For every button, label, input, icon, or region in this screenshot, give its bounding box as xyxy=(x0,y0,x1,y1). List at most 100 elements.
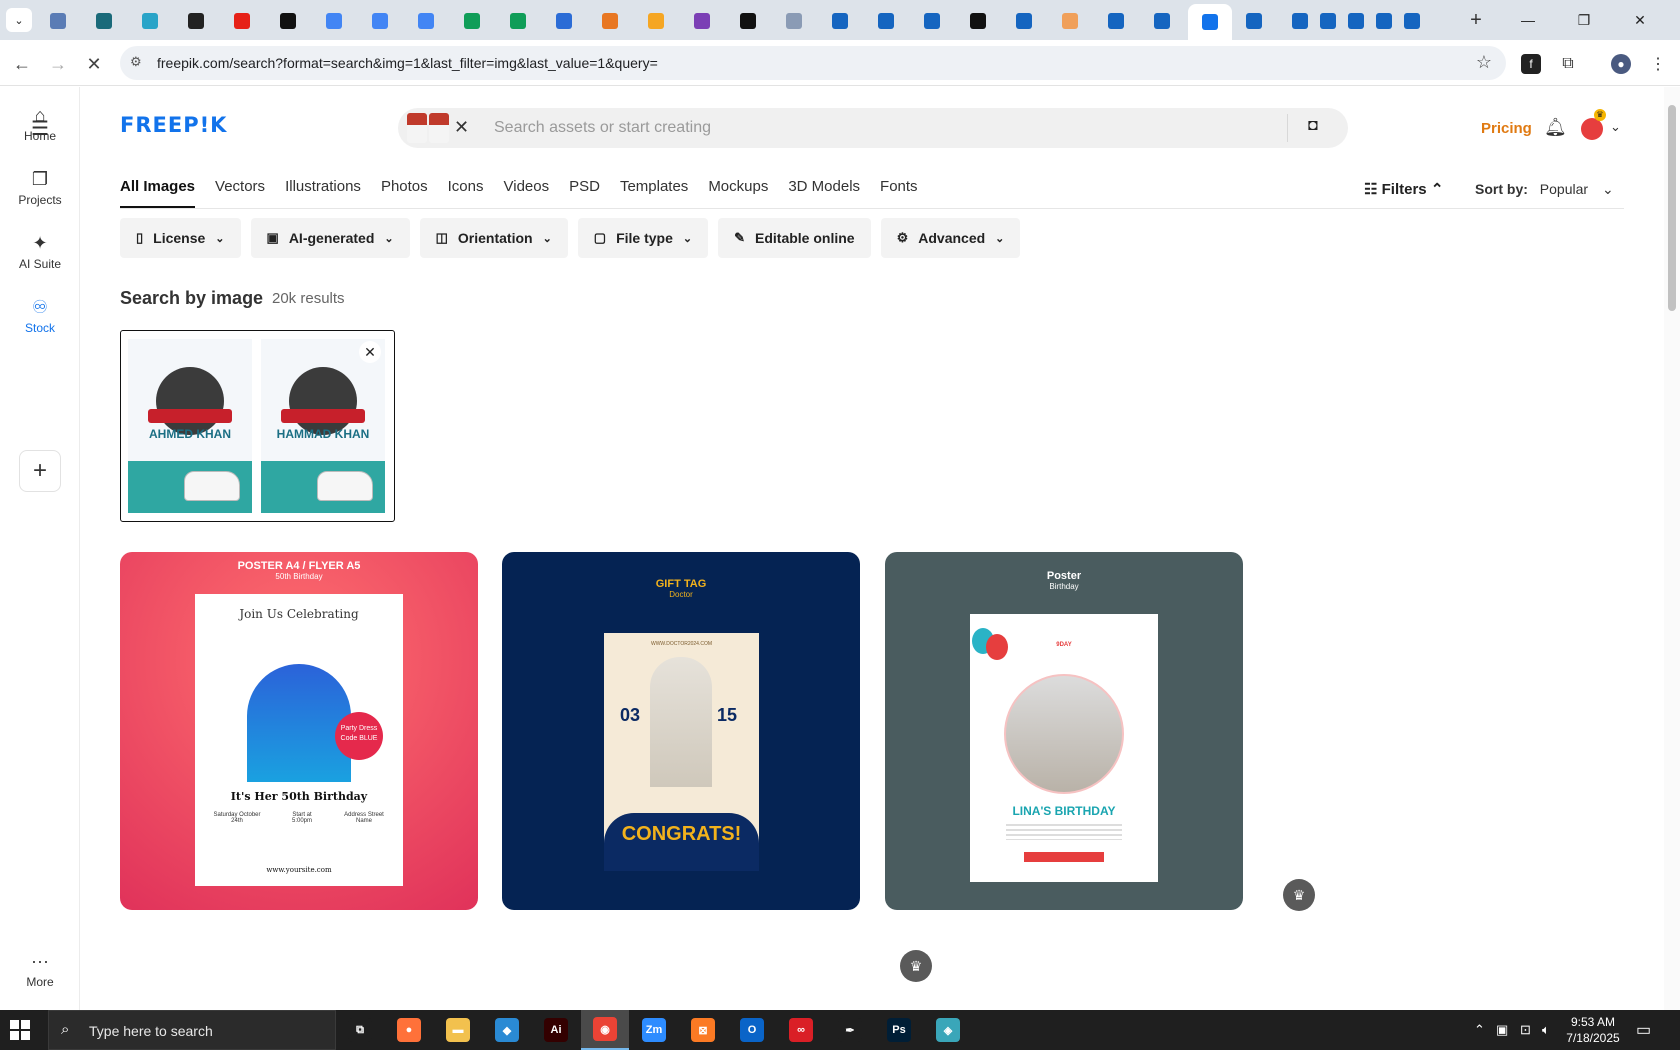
tab-illustrations[interactable]: Illustrations xyxy=(285,178,361,208)
browser-tab[interactable] xyxy=(728,6,768,36)
network-icon[interactable]: ⊡ xyxy=(1520,1022,1531,1038)
tab-templates[interactable]: Templates xyxy=(620,178,688,208)
tab-3d-models[interactable]: 3D Models xyxy=(788,178,860,208)
browser-tab[interactable] xyxy=(222,6,262,36)
browser-tab[interactable] xyxy=(1234,6,1274,36)
filter-file-type[interactable]: ▢ File type ⌄ xyxy=(577,218,709,258)
clear-image-icon[interactable]: ✕ xyxy=(454,117,469,138)
taskbar-app[interactable]: ● xyxy=(385,1010,433,1050)
remove-image-button[interactable]: ✕ xyxy=(359,341,381,363)
premium-crown-icon[interactable]: ♛ xyxy=(900,950,932,982)
tab-search-button[interactable]: ⌄ xyxy=(6,8,32,32)
browser-tab[interactable] xyxy=(38,6,78,36)
filter-advanced[interactable]: ⚙ Advanced ⌄ xyxy=(880,218,1021,258)
rail-item-projects[interactable]: ❐ Projects xyxy=(0,167,80,207)
volume-icon[interactable]: 🔈︎ xyxy=(1542,1022,1550,1038)
filter-license[interactable]: ▯ License ⌄ xyxy=(120,218,241,258)
filter-orientation[interactable]: ◫ Orientation ⌄ xyxy=(419,218,568,258)
chevron-down-icon[interactable]: ⌄ xyxy=(1610,119,1621,135)
tab-all-images[interactable]: All Images xyxy=(120,178,196,208)
taskbar-app[interactable]: ◆ xyxy=(483,1010,531,1050)
taskbar-app[interactable]: ◉ xyxy=(581,1010,629,1050)
browser-tab[interactable] xyxy=(544,6,584,36)
new-tab-button[interactable]: + xyxy=(1462,6,1490,34)
bell-icon[interactable]: 🔔︎ xyxy=(1544,117,1567,138)
tray-chevron-icon[interactable]: ⌃ xyxy=(1474,1022,1485,1038)
tab-fonts[interactable]: Fonts xyxy=(880,178,918,208)
forward-button[interactable]: → xyxy=(44,50,72,78)
filters-button[interactable]: ☷ Filters ⌃ xyxy=(1364,180,1443,198)
add-button[interactable]: + xyxy=(19,450,61,492)
tab-videos[interactable]: Videos xyxy=(504,178,550,208)
close-window-button[interactable]: ✕ xyxy=(1612,0,1668,40)
rail-item-ai-suite[interactable]: ✦ AI Suite xyxy=(0,231,80,271)
back-button[interactable]: ← xyxy=(8,50,36,78)
user-avatar[interactable] xyxy=(1581,118,1603,140)
taskbar-app[interactable]: ▬ xyxy=(434,1010,482,1050)
windows-start-icon[interactable] xyxy=(10,1020,30,1040)
browser-tab[interactable] xyxy=(452,6,492,36)
camera-icon[interactable]: ◘ xyxy=(1308,117,1318,135)
browser-tab[interactable] xyxy=(406,6,446,36)
result-card[interactable]: POSTER A4 / FLYER A5 50th Birthday Join … xyxy=(120,552,478,910)
browser-tab[interactable] xyxy=(682,6,722,36)
browser-tab[interactable] xyxy=(498,6,538,36)
browser-tab[interactable] xyxy=(774,6,814,36)
search-bar[interactable]: ✕ ◘ xyxy=(398,108,1348,148)
browser-tab[interactable] xyxy=(360,6,400,36)
scroll-thumb[interactable] xyxy=(1668,105,1676,311)
bookmark-star-icon[interactable]: ☆ xyxy=(1476,52,1492,73)
reference-image[interactable]: AHMED KHAN HAMMAD KHAN ✕ xyxy=(120,330,395,522)
taskbar-app[interactable]: ⊠ xyxy=(679,1010,727,1050)
filter-ai-generated[interactable]: ▣ AI-generated ⌄ xyxy=(250,218,410,258)
tab-mockups[interactable]: Mockups xyxy=(708,178,768,208)
browser-tab[interactable] xyxy=(84,6,124,36)
tab-psd[interactable]: PSD xyxy=(569,178,600,208)
browser-tab[interactable] xyxy=(590,6,630,36)
minimize-button[interactable]: — xyxy=(1500,0,1556,40)
tab-vectors[interactable]: Vectors xyxy=(215,178,265,208)
notifications-icon[interactable]: ▭ xyxy=(1636,1020,1651,1040)
freepik-logo[interactable]: FREEP!K xyxy=(120,113,227,137)
browser-tab[interactable] xyxy=(1188,4,1232,40)
tray-app-icon[interactable]: ▣ xyxy=(1496,1022,1508,1038)
profile-avatar[interactable]: ● xyxy=(1611,54,1631,74)
browser-menu-icon[interactable]: ⋮ xyxy=(1648,54,1668,74)
taskbar-clock[interactable]: 9:53 AM 7/18/2025 xyxy=(1558,1014,1628,1046)
taskbar-app[interactable]: ⧉ xyxy=(336,1010,384,1050)
browser-tab[interactable] xyxy=(958,6,998,36)
rail-item-more[interactable]: ··· More xyxy=(0,949,80,989)
browser-tab[interactable] xyxy=(1050,6,1090,36)
page-scrollbar[interactable] xyxy=(1664,87,1680,1010)
browser-tab[interactable] xyxy=(1142,6,1182,36)
rail-item-stock[interactable]: ♾ Stock xyxy=(0,295,80,335)
rail-item-home[interactable]: ⌂ Home xyxy=(0,103,80,143)
result-card[interactable]: Poster Birthday 9DAY LINA'S BIRTHDAY xyxy=(885,552,1243,910)
browser-tab[interactable] xyxy=(636,6,676,36)
restore-button[interactable]: ❐ xyxy=(1556,0,1612,40)
stop-button[interactable]: ✕ xyxy=(80,50,108,78)
browser-tab[interactable] xyxy=(1392,6,1432,36)
search-image-thumbnail[interactable] xyxy=(407,113,449,143)
result-card[interactable]: GIFT TAG Doctor WWW.DOCTOR2024.COM 03 15… xyxy=(502,552,860,910)
taskbar-app[interactable]: Ai xyxy=(532,1010,580,1050)
extensions-icon[interactable]: ⧉ xyxy=(1558,54,1578,74)
browser-tab[interactable] xyxy=(866,6,906,36)
address-bar[interactable]: ⚙ freepik.com/search?format=search&img=1… xyxy=(120,46,1506,80)
browser-tab[interactable] xyxy=(820,6,860,36)
browser-tab[interactable] xyxy=(268,6,308,36)
tab-icons[interactable]: Icons xyxy=(448,178,484,208)
font-extension-icon[interactable]: f xyxy=(1521,54,1541,74)
browser-tab[interactable] xyxy=(1096,6,1136,36)
site-info-icon[interactable]: ⚙ xyxy=(130,54,142,70)
taskbar-app[interactable]: Zm xyxy=(630,1010,678,1050)
taskbar-search[interactable]: ⌕ Type here to search xyxy=(48,1010,336,1050)
sort-control[interactable]: Sort by: Popular ⌄ xyxy=(1475,181,1614,198)
browser-tab[interactable] xyxy=(912,6,952,36)
premium-crown-icon[interactable]: ♛ xyxy=(1283,879,1315,911)
pricing-link[interactable]: Pricing xyxy=(1481,120,1532,137)
tab-photos[interactable]: Photos xyxy=(381,178,428,208)
taskbar-app[interactable]: Ps xyxy=(875,1010,923,1050)
browser-tab[interactable] xyxy=(130,6,170,36)
browser-tab[interactable] xyxy=(1004,6,1044,36)
